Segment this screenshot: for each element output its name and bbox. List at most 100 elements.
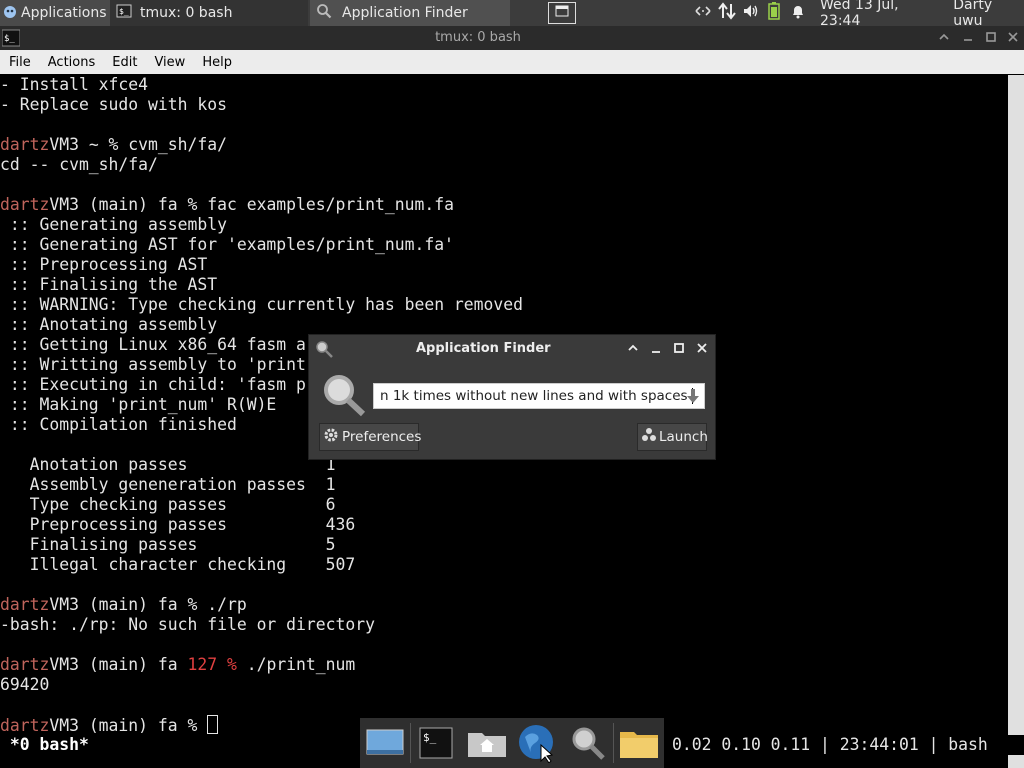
taskbar-item-app-finder[interactable]: Application Finder	[310, 0, 510, 26]
minimize-icon[interactable]	[961, 30, 975, 48]
arrow-down-icon[interactable]	[686, 388, 700, 408]
terminal-text: :: Preprocessing AST	[0, 255, 208, 274]
search-query: n 1k times without new lines and with sp…	[380, 388, 688, 404]
terminal-line: dartzVM3 (main) fa % fac examples/print_…	[0, 195, 1008, 215]
terminal-icon: $_	[116, 3, 132, 23]
chevron-up-icon[interactable]	[937, 30, 951, 48]
terminal-text: 69420	[0, 675, 50, 694]
menu-bar: File Actions Edit View Help	[0, 50, 1024, 74]
close-icon[interactable]	[695, 341, 709, 359]
launch-button[interactable]: Launch	[637, 423, 708, 451]
terminal-text: cd -- cvm_sh/fa/	[0, 155, 158, 174]
search-icon	[316, 3, 332, 23]
menu-help[interactable]: Help	[193, 55, 240, 70]
window-title: tmux: 0 bash	[435, 30, 521, 45]
scrollbar[interactable]	[1008, 75, 1024, 768]
user-name[interactable]: Darty uwu	[953, 0, 1024, 29]
terminal-line: 69420	[0, 675, 1008, 695]
terminal-text: :: Compilation finished	[0, 415, 237, 434]
close-icon[interactable]	[1006, 30, 1020, 48]
prompt-user: dartz	[0, 595, 50, 614]
svg-text:$_: $_	[119, 7, 129, 16]
terminal-text: - Install xfce4	[0, 75, 149, 94]
terminal-icon[interactable]: $_	[411, 719, 461, 767]
menu-actions[interactable]: Actions	[39, 55, 104, 70]
taskbar-item-tmux[interactable]: $_ tmux: 0 bash	[110, 0, 308, 26]
taskbar-item-label: Application Finder	[342, 5, 468, 21]
terminal-cursor	[207, 715, 219, 734]
prompt-user: dartz	[0, 655, 50, 674]
applications-label: Applications	[21, 5, 107, 21]
prompt-user: dartz	[0, 195, 50, 214]
terminal-text: VM3 (main) fa % ./rp	[49, 595, 247, 614]
battery-icon[interactable]	[768, 2, 780, 24]
terminal-text: Assembly geneneration passes 1	[0, 475, 336, 494]
xfce-mouse-icon	[2, 3, 18, 23]
show-desktop-icon[interactable]	[360, 719, 410, 767]
terminal-text: :: Writting assembly to 'print	[0, 355, 306, 374]
volume-icon[interactable]	[742, 3, 760, 23]
terminal-text: - Replace sudo with kos	[0, 95, 227, 114]
terminal-text: :: WARNING: Type checking currently has …	[0, 295, 524, 314]
terminal-text: :: Anotating assembly	[0, 315, 218, 334]
search-input[interactable]: n 1k times without new lines and with sp…	[373, 383, 705, 409]
terminal-text: :: Finalising the AST	[0, 275, 218, 294]
app-finder-dialog: Application Finder n 1k times without ne…	[308, 334, 716, 460]
folder-icon[interactable]	[614, 719, 664, 767]
preferences-button[interactable]: Preferences	[319, 423, 421, 451]
terminal-line: :: Finalising the AST	[0, 275, 1008, 295]
terminal-text: :: Getting Linux x86_64 fasm a	[0, 335, 306, 354]
terminal-line: dartzVM3 (main) fa 127 % ./print_num	[0, 655, 1008, 675]
menu-edit[interactable]: Edit	[103, 55, 145, 70]
app-finder-icon[interactable]	[562, 719, 612, 767]
window-titlebar[interactable]: $_ tmux: 0 bash	[0, 26, 1024, 50]
network-icon[interactable]	[694, 4, 712, 22]
taskbar-item-label: tmux: 0 bash	[140, 5, 233, 21]
launch-label: Launch	[659, 429, 708, 445]
show-desktop-button[interactable]	[546, 0, 578, 26]
terminal-line: :: Generating assembly	[0, 215, 1008, 235]
dialog-titlebar[interactable]: Application Finder	[309, 335, 715, 363]
terminal-line: - Install xfce4	[0, 75, 1008, 95]
terminal-line: Finalising passes 5	[0, 535, 1008, 555]
terminal-line: - Replace sudo with kos	[0, 95, 1008, 115]
svg-text:$_: $_	[423, 731, 437, 744]
minimize-icon[interactable]	[649, 341, 663, 359]
prompt-user: dartz	[0, 716, 50, 735]
terminal-line: dartzVM3 (main) fa % ./rp	[0, 595, 1008, 615]
home-folder-icon[interactable]	[462, 719, 512, 767]
notifications-bell-icon[interactable]	[790, 3, 806, 23]
chevron-up-icon[interactable]	[626, 341, 640, 359]
terminal-line: Assembly geneneration passes 1	[0, 475, 1008, 495]
terminal-text: Illegal character checking 507	[0, 555, 356, 574]
updates-icon[interactable]	[718, 2, 736, 24]
terminal-text: :: Executing in child: 'fasm p	[0, 375, 306, 394]
terminal-text: :: Generating assembly	[0, 215, 227, 234]
terminal-text: :: Making 'print_num' R(W)E	[0, 395, 277, 414]
gear-icon	[323, 427, 339, 447]
applications-menu-button[interactable]: Applications	[0, 0, 110, 26]
terminal-line: Type checking passes 6	[0, 495, 1008, 515]
tmux-status-right: 0.02 0.10 0.11 | 23:44:01 | bash	[672, 735, 988, 754]
menu-file[interactable]: File	[0, 55, 39, 70]
magnifier-icon	[321, 373, 367, 421]
terminal-text: Preprocessing passes 436	[0, 515, 356, 534]
terminal-text: VM3 ~ % cvm_sh/fa/	[49, 135, 227, 154]
web-browser-icon[interactable]	[512, 719, 562, 767]
window-icon	[555, 5, 569, 21]
clock[interactable]: Wed 13 Jul, 23:44	[820, 0, 940, 29]
terminal-text: :: Generating AST for 'examples/print_nu…	[0, 235, 454, 254]
menu-view[interactable]: View	[145, 55, 193, 70]
terminal-line: :: Anotating assembly	[0, 315, 1008, 335]
dialog-title: Application Finder	[416, 341, 551, 356]
exit-code: 127 %	[187, 655, 237, 674]
terminal-line: Illegal character checking 507	[0, 555, 1008, 575]
maximize-icon[interactable]	[984, 30, 998, 48]
terminal-text: Finalising passes 5	[0, 535, 336, 554]
terminal-text: ./print_num	[236, 655, 356, 674]
maximize-icon[interactable]	[672, 341, 686, 359]
app-finder-small-icon	[315, 340, 333, 362]
